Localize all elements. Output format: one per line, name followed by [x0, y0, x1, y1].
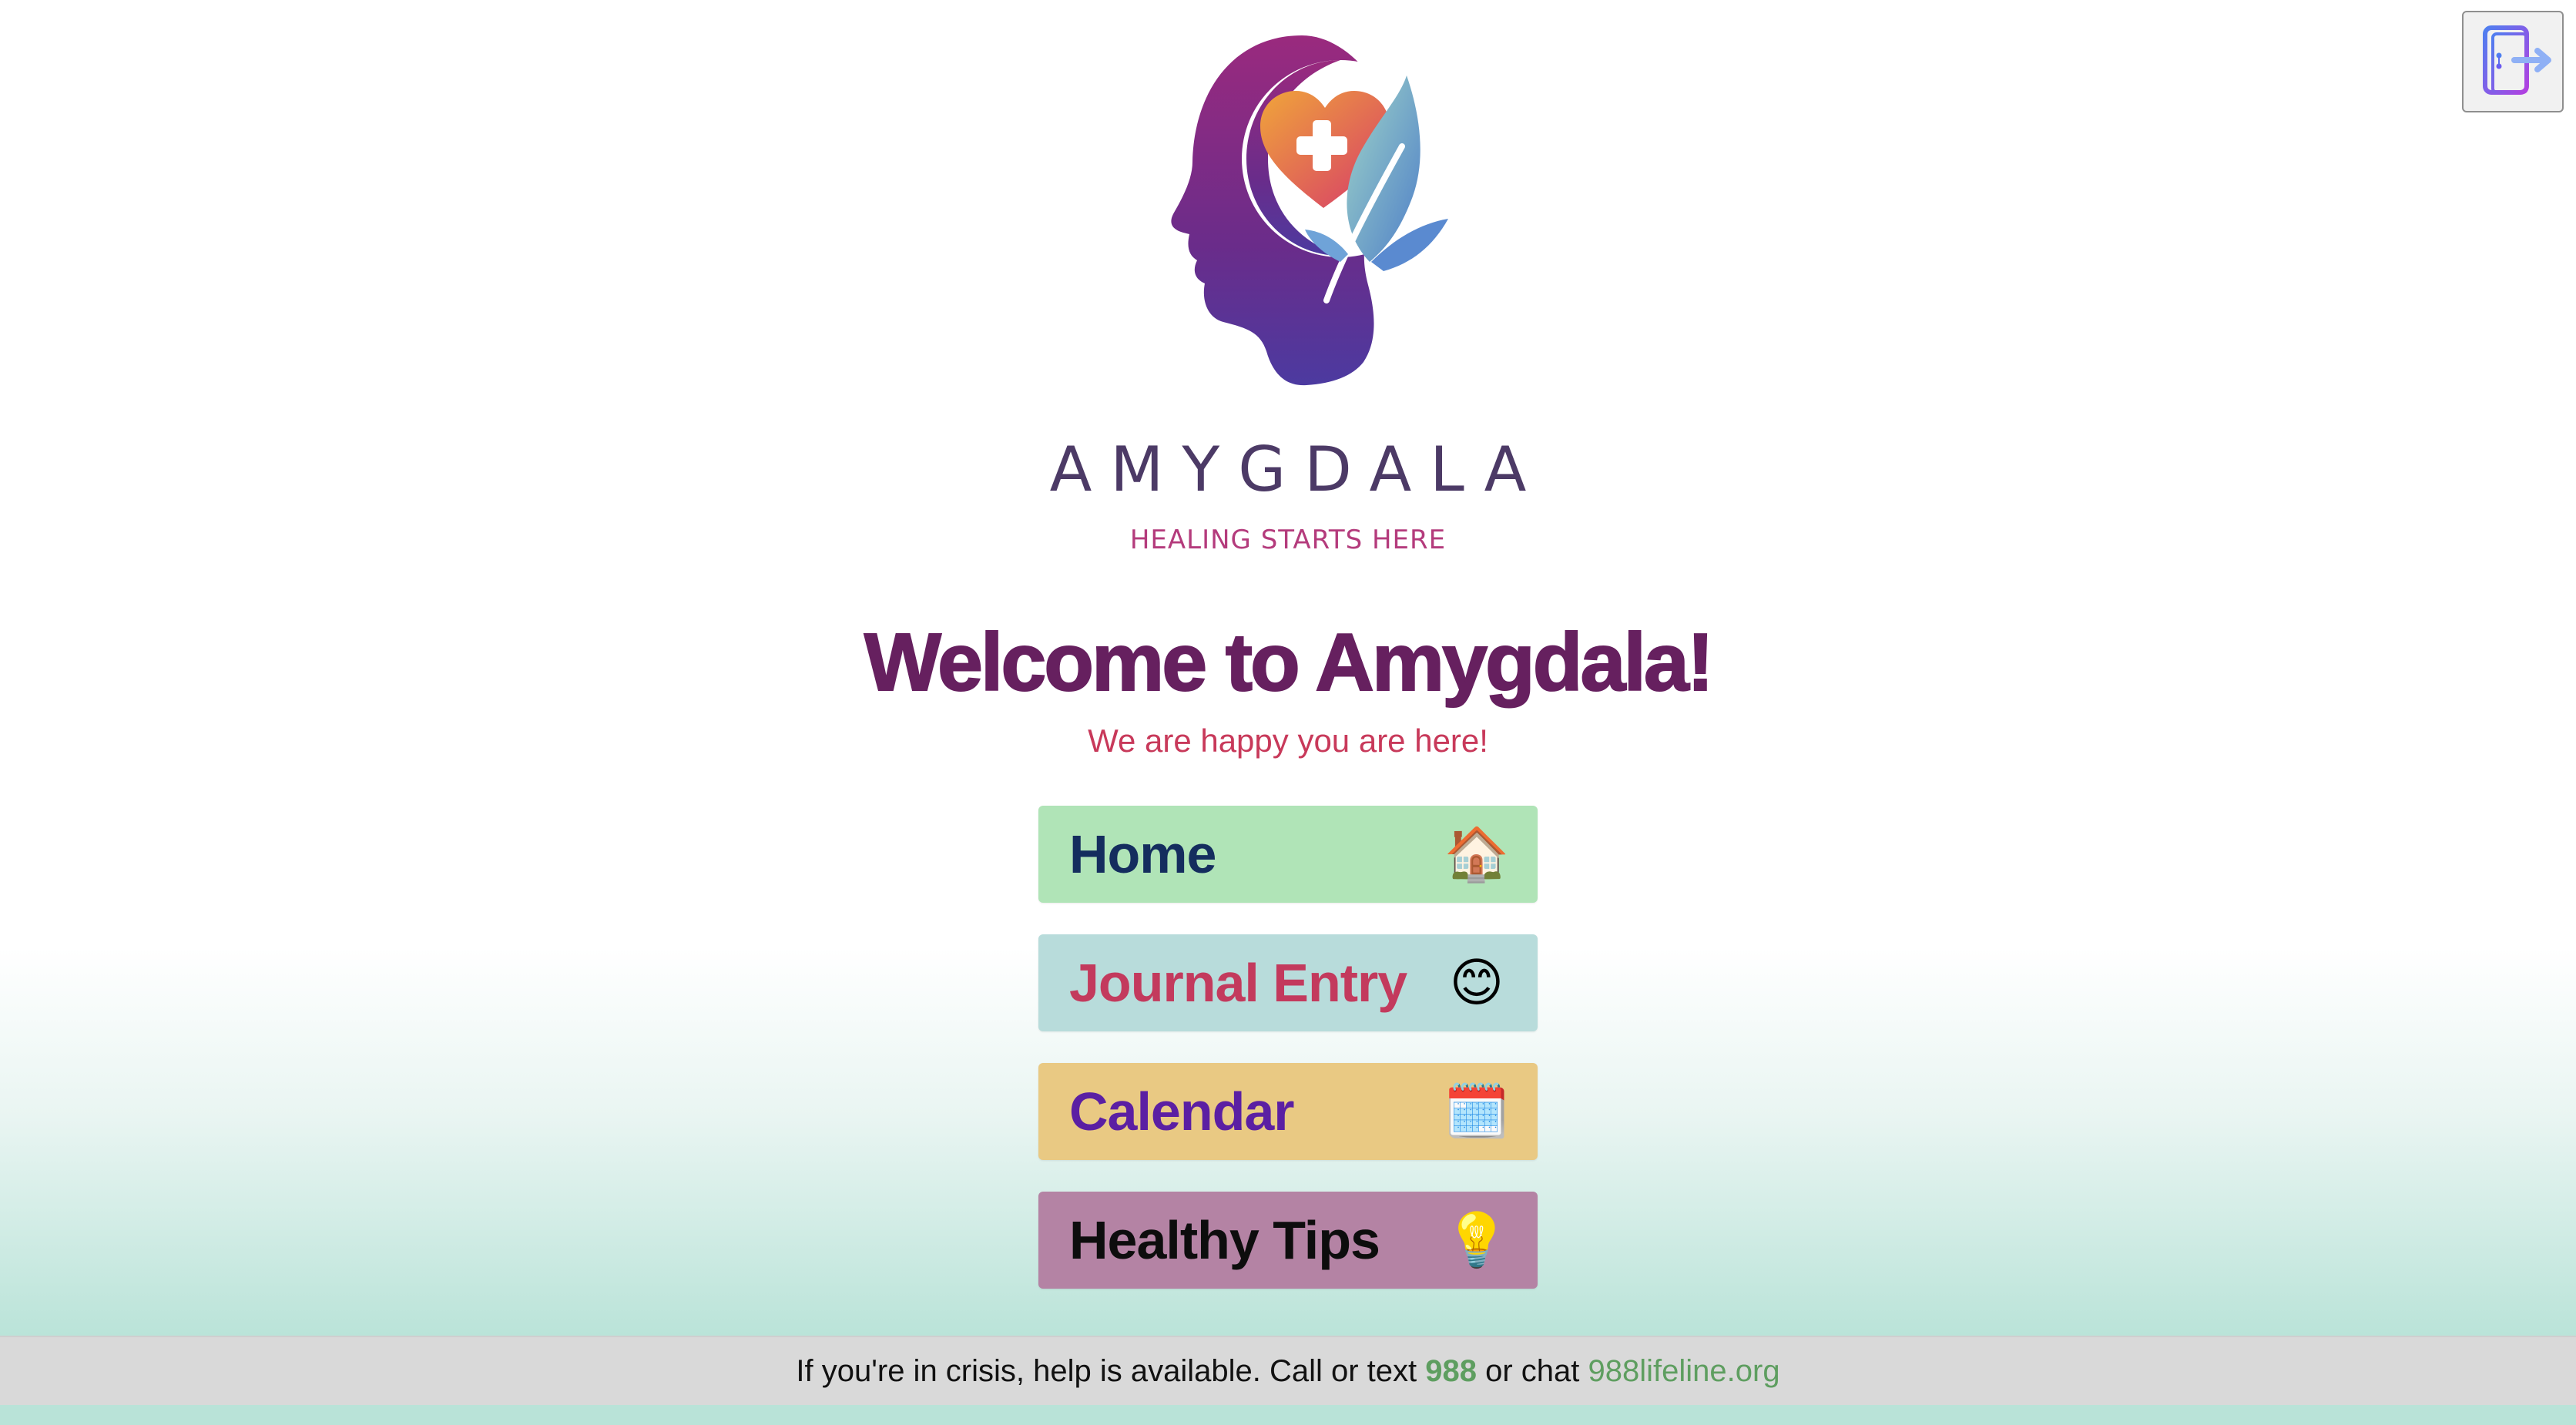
journal-entry-button[interactable]: Journal Entry 😊	[1038, 934, 1538, 1031]
head-heart-leaf-logo-icon	[1109, 35, 1479, 396]
page-title: Welcome to Amygdala!	[864, 616, 1715, 709]
calendar-button[interactable]: Calendar 🗓️	[1038, 1063, 1538, 1160]
welcome-subtitle: We are happy you are here!	[1088, 723, 1488, 759]
smiley-icon: 😊	[1449, 954, 1504, 1012]
crisis-text: If you're in crisis, help is available. …	[796, 1354, 1426, 1388]
lightbulb-icon: 💡	[1444, 1211, 1510, 1269]
logout-door-icon	[2470, 17, 2556, 107]
brand-logo	[1109, 31, 1479, 393]
healthy-tips-button[interactable]: Healthy Tips 💡	[1038, 1192, 1538, 1289]
brand-name: AMYGDALA	[1049, 434, 1545, 505]
calendar-button-label: Calendar	[1069, 1081, 1295, 1142]
healthy-tips-button-label: Healthy Tips	[1069, 1210, 1380, 1270]
logout-button[interactable]	[2462, 11, 2564, 112]
calendar-icon: 🗓️	[1444, 1082, 1510, 1141]
journal-entry-button-label: Journal Entry	[1069, 953, 1407, 1013]
house-icon: 🏠	[1444, 825, 1510, 884]
home-button-label: Home	[1069, 824, 1216, 884]
home-button[interactable]: Home 🏠	[1038, 806, 1538, 903]
crisis-text-middle: or chat	[1477, 1354, 1588, 1388]
crisis-number: 988	[1425, 1354, 1478, 1388]
brand-tagline: HEALING STARTS HERE	[1129, 525, 1447, 555]
crisis-banner: If you're in crisis, help is available. …	[0, 1336, 2576, 1405]
lifeline-link[interactable]: 988lifeline.org	[1588, 1354, 1780, 1388]
